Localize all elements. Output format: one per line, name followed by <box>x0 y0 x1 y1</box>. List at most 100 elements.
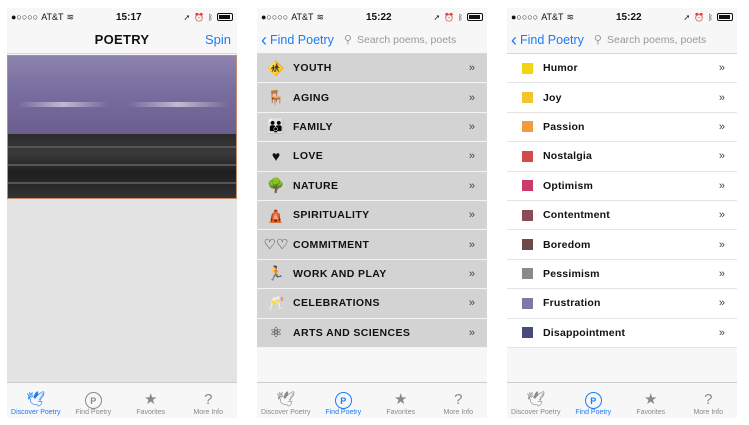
list-item[interactable]: 🛕 SPIRITUALITY » <box>257 200 487 231</box>
status-time: 15:22 <box>616 11 642 23</box>
row-label: Humor <box>543 62 578 75</box>
list-item[interactable]: 🪑 AGING » <box>257 83 487 113</box>
tab-more-info[interactable]: ? More Info <box>430 383 488 418</box>
chevron-right-icon: » <box>718 209 725 222</box>
tab-label: More Info <box>693 409 724 416</box>
list-item[interactable]: 🚸 YOUTH » <box>257 54 487 84</box>
chevron-right-icon: » <box>468 62 475 75</box>
list-item[interactable]: Frustration » <box>507 289 737 319</box>
status-bar: ●○○○○ AT&T ≋ 15:17 ➚ ⏰ ᛒ <box>7 8 237 26</box>
color-swatch <box>522 239 533 251</box>
screen-find-subjects: ●○○○○ AT&T ≋ 15:22 ➚ ⏰ ᛒ ‹ Find Poetry ⚲ Searc… <box>257 8 487 418</box>
motion-streak <box>128 102 228 107</box>
tab-find-poetry[interactable]: P Find Poetry <box>65 383 123 418</box>
list-item[interactable]: Contentment » <box>507 200 737 231</box>
list-item[interactable]: 👪 FAMILY » <box>257 112 487 143</box>
tab-discover-poetry[interactable]: 🕊 Discover Poetry <box>257 383 315 418</box>
nav-bar: ‹ Find Poetry ⚲ Search poems, poets <box>507 26 737 54</box>
page-title: POETRY <box>94 32 150 47</box>
row-label: YOUTH <box>293 62 332 75</box>
back-label: Find Poetry <box>270 32 334 47</box>
color-swatch <box>522 268 533 280</box>
list-item[interactable]: ♡♡ COMMITMENT » <box>257 230 487 260</box>
tab-discover-poetry[interactable]: 🕊 Discover Poetry <box>7 383 65 418</box>
chevron-right-icon: » <box>718 267 725 280</box>
row-label: CELEBRATIONS <box>293 297 380 310</box>
location-icon: ➚ <box>433 12 441 22</box>
heart-icon: ♥ <box>271 148 281 165</box>
chevron-right-icon: » <box>468 179 475 192</box>
list-item[interactable]: 🥂 CELEBRATIONS » <box>257 289 487 319</box>
search-field[interactable]: ⚲ Search poems, poets <box>344 33 457 47</box>
status-time: 15:22 <box>366 11 392 23</box>
tab-bar: 🕊 Discover Poetry P Find Poetry ★ Favorites… <box>7 382 237 418</box>
list-item[interactable]: 🌳 NATURE » <box>257 171 487 201</box>
list-item[interactable]: Pessimism » <box>507 259 737 290</box>
tab-label: Favorites <box>636 409 666 416</box>
wifi-icon: ≋ <box>66 11 75 22</box>
chevron-right-icon: » <box>718 238 725 251</box>
back-label: Find Poetry <box>520 32 584 47</box>
screen-find-emotions: ●○○○○ AT&T ≋ 15:22 ➚ ⏰ ᛒ ‹ Find Poetry ⚲ Searc… <box>507 8 737 418</box>
emotion-list: Humor» Joy» Passion» Nostalgia» Optimism» Con… <box>507 54 737 348</box>
list-item[interactable]: 🏃 WORK AND PLAY » <box>257 259 487 290</box>
rocking-chair-icon: 🪑 <box>267 89 285 106</box>
wifi-icon: ≋ <box>566 11 575 22</box>
bluetooth-icon: ᛒ <box>458 12 463 22</box>
bird-icon: 🕊 <box>526 391 546 408</box>
tab-favorites[interactable]: ★ Favorites <box>122 383 180 418</box>
list-item[interactable]: Joy » <box>507 83 737 113</box>
tab-favorites[interactable]: ★ Favorites <box>372 383 430 418</box>
list-item[interactable]: Optimism » <box>507 171 737 201</box>
motion-stripe <box>8 146 236 148</box>
temple-icon: 🛕 <box>267 206 285 223</box>
question-icon: ? <box>704 391 713 408</box>
back-button[interactable]: ‹ Find Poetry <box>511 31 584 49</box>
tab-more-info[interactable]: ? More Info <box>180 383 238 418</box>
color-swatch <box>522 150 533 162</box>
list-item[interactable]: Disappointment » <box>507 318 737 348</box>
tab-more-info[interactable]: ? More Info <box>680 383 738 418</box>
alarm-icon: ⏰ <box>694 12 705 22</box>
row-label: Nostalgia <box>543 150 593 163</box>
list-item[interactable]: Humor » <box>507 54 737 84</box>
search-field[interactable]: ⚲ Search poems, poets <box>594 33 706 47</box>
battery-icon <box>216 13 233 21</box>
list-item[interactable]: Passion » <box>507 112 737 143</box>
search-placeholder: Search poems, poets <box>356 33 457 46</box>
tab-find-poetry[interactable]: P Find Poetry <box>315 383 373 418</box>
tab-favorites[interactable]: ★ Favorites <box>622 383 680 418</box>
tab-find-poetry[interactable]: P Find Poetry <box>565 383 623 418</box>
tab-bar: 🕊 Discover Poetry P Find Poetry ★ Favorites… <box>507 382 737 418</box>
subject-list: 🚸 YOUTH » 🪑 AGING » 👪 FAMILY » ♥ LOVE » 🌳 NATURE »… <box>257 54 487 348</box>
spin-button[interactable]: Spin <box>205 32 231 47</box>
chevron-right-icon: » <box>718 297 725 310</box>
status-bar: ●○○○○ AT&T ≋ 15:22 ➚ ⏰ ᛒ <box>507 8 737 26</box>
bluetooth-icon: ᛒ <box>208 12 213 22</box>
list-item[interactable]: Nostalgia » <box>507 142 737 172</box>
location-icon: ➚ <box>183 12 191 22</box>
favorites-folder-icon: ★ <box>644 391 658 408</box>
row-label: NATURE <box>293 179 339 192</box>
tab-label: Discover Poetry <box>511 409 561 416</box>
row-label: SPIRITUALITY <box>293 209 370 222</box>
find-poetry-icon: P <box>334 392 352 409</box>
row-label: COMMITMENT <box>293 238 370 251</box>
chevron-right-icon: » <box>718 120 725 133</box>
row-label: Frustration <box>543 297 601 310</box>
status-bar: ●○○○○ AT&T ≋ 15:22 ➚ ⏰ ᛒ <box>257 8 487 26</box>
back-button[interactable]: ‹ Find Poetry <box>261 31 334 49</box>
champagne-icon: 🥂 <box>267 294 285 311</box>
find-poetry-icon: P <box>584 392 602 409</box>
question-icon: ? <box>204 391 213 408</box>
screen-discover: ●○○○○ AT&T ≋ 15:17 ➚ ⏰ ᛒ POETRY Spin 🕊 Discov… <box>7 8 237 418</box>
chevron-right-icon: » <box>718 62 725 75</box>
tab-discover-poetry[interactable]: 🕊 Discover Poetry <box>507 383 565 418</box>
poem-spinner[interactable] <box>7 55 237 199</box>
motion-stripe <box>8 182 236 184</box>
list-item[interactable]: ♥ LOVE » <box>257 142 487 172</box>
color-swatch <box>522 62 533 74</box>
location-icon: ➚ <box>683 12 691 22</box>
list-item[interactable]: Boredom » <box>507 230 737 260</box>
list-item[interactable]: ⚛ ARTS AND SCIENCES » <box>257 318 487 348</box>
